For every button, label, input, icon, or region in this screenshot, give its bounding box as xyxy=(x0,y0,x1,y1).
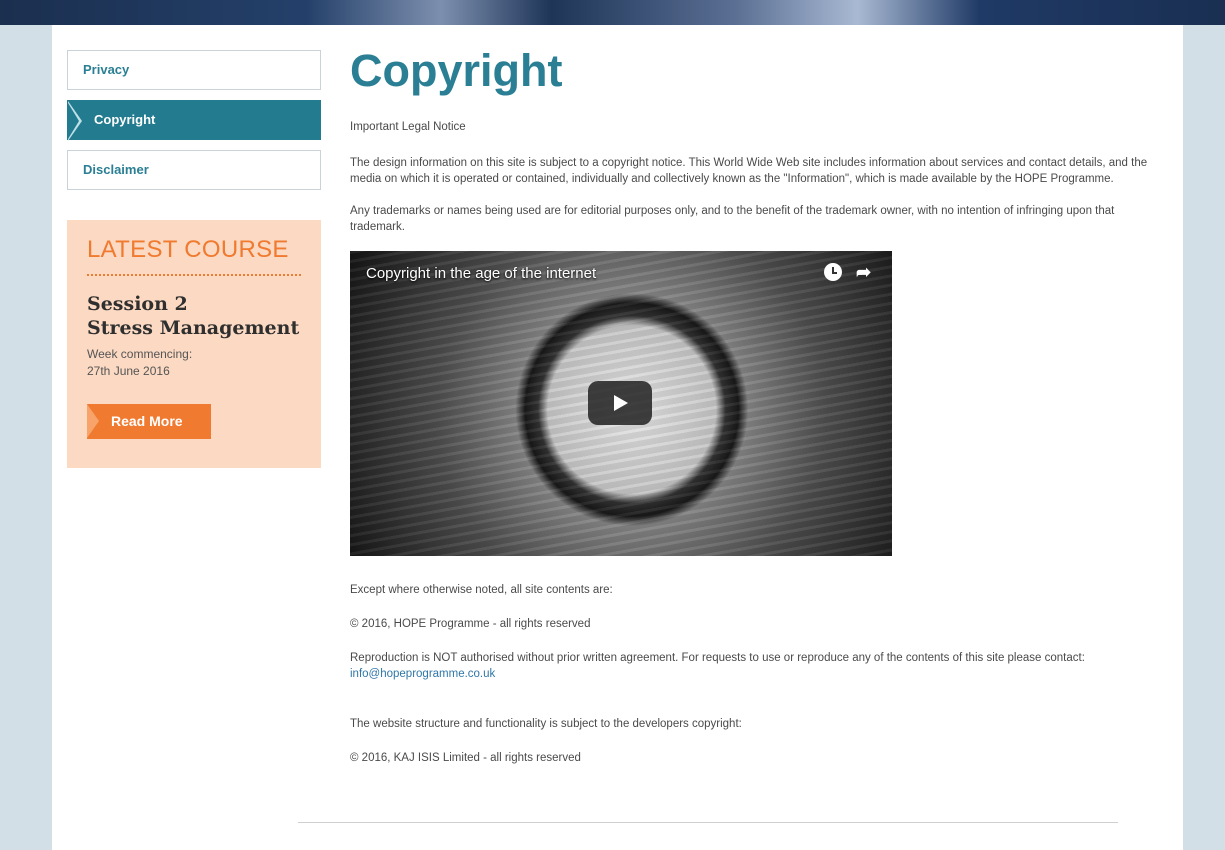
page-content: Privacy Copyright Disclaimer LATEST COUR… xyxy=(52,25,1183,850)
footer-divider xyxy=(298,822,1118,823)
legal-notice-heading: Important Legal Notice xyxy=(350,121,466,133)
page-title: Copyright xyxy=(350,45,563,96)
developer-notice: The website structure and functionality … xyxy=(350,718,742,730)
embedded-video[interactable]: Copyright in the age of the internet ➦ xyxy=(350,251,892,556)
sidebar-item-disclaimer[interactable]: Disclaimer xyxy=(67,150,321,190)
main-content: Copyright Important Legal Notice The des… xyxy=(350,45,1170,766)
hope-copyright: © 2016, HOPE Programme - all rights rese… xyxy=(350,618,591,630)
clock-icon[interactable] xyxy=(824,263,842,281)
video-title[interactable]: Copyright in the age of the internet xyxy=(366,265,596,282)
reproduction-text: Reproduction is NOT authorised without p… xyxy=(350,652,1085,664)
course-date-label: Week commencing: xyxy=(87,347,193,361)
course-title-line2: Stress Management xyxy=(87,317,300,339)
course-title: Session 2 Stress Management xyxy=(87,292,301,340)
play-icon[interactable] xyxy=(588,381,652,425)
course-date: Week commencing: 27th June 2016 xyxy=(87,346,301,380)
read-more-button[interactable]: Read More xyxy=(87,404,211,439)
latest-course-panel: LATEST COURSE Session 2 Stress Managemen… xyxy=(67,220,321,468)
contents-notice: Except where otherwise noted, all site c… xyxy=(350,584,613,596)
top-banner-image xyxy=(0,0,1225,25)
latest-course-heading: LATEST COURSE xyxy=(87,236,301,276)
sidebar: Privacy Copyright Disclaimer LATEST COUR… xyxy=(67,50,321,468)
course-title-line1: Session 2 xyxy=(87,293,188,315)
contact-email-link[interactable]: info@hopeprogramme.co.uk xyxy=(350,668,495,680)
video-controls: ➦ xyxy=(824,263,874,281)
share-icon[interactable]: ➦ xyxy=(856,263,874,281)
reproduction-paragraph: Reproduction is NOT authorised without p… xyxy=(350,650,1170,682)
copyright-info-paragraph: The design information on this site is s… xyxy=(350,157,1148,185)
kaj-copyright: © 2016, KAJ ISIS Limited - all rights re… xyxy=(350,752,581,764)
sidebar-item-privacy[interactable]: Privacy xyxy=(67,50,321,90)
trademark-paragraph: Any trademarks or names being used are f… xyxy=(350,205,1115,233)
sidebar-item-copyright[interactable]: Copyright xyxy=(67,100,321,141)
course-date-value: 27th June 2016 xyxy=(87,364,170,378)
